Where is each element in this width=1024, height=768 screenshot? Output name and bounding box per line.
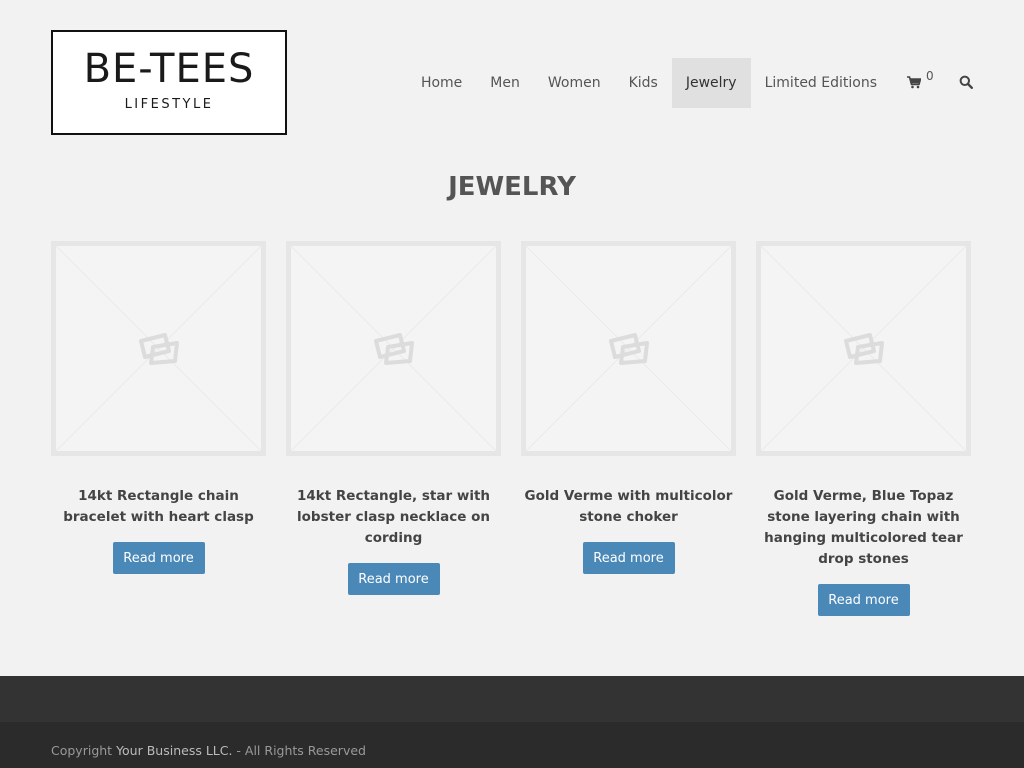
placeholder-image-icon — [138, 332, 179, 365]
page-title: JEWELRY — [448, 172, 576, 202]
product-card: 14kt Rectangle, star with lobster clasp … — [286, 241, 501, 616]
nav-item-kids[interactable]: Kids — [615, 58, 672, 108]
site-logo[interactable]: BE-TEES LIFESTYLE — [51, 30, 287, 135]
product-name[interactable]: 14kt Rectangle, star with lobster clasp … — [286, 486, 501, 549]
nav-item-home[interactable]: Home — [407, 58, 476, 108]
placeholder-image-icon — [843, 332, 884, 365]
product-image[interactable] — [521, 241, 736, 456]
search-button[interactable] — [937, 58, 974, 108]
read-more-button[interactable]: Read more — [817, 584, 910, 616]
product-name[interactable]: 14kt Rectangle chain bracelet with heart… — [51, 486, 266, 528]
footer-widgets — [0, 676, 1024, 722]
product-name[interactable]: Gold Verme with multicolor stone choker — [521, 486, 736, 528]
product-image[interactable] — [51, 241, 266, 456]
shopping-cart-icon — [907, 74, 922, 93]
read-more-button[interactable]: Read more — [112, 542, 205, 574]
main-nav: Home Men Women Kids Jewelry Limited Edit… — [407, 58, 974, 108]
logo-subtitle: LIFESTYLE — [124, 97, 214, 112]
product-card: 14kt Rectangle chain bracelet with heart… — [51, 241, 266, 616]
product-card: Gold Verme with multicolor stone choker … — [521, 241, 736, 616]
search-icon — [959, 74, 974, 93]
product-image[interactable] — [756, 241, 971, 456]
cart-button[interactable]: 0 — [891, 58, 937, 108]
footer: Copyright Your Business LLC. - All Right… — [0, 722, 1024, 768]
product-card: Gold Verme, Blue Topaz stone layering ch… — [756, 241, 971, 616]
business-name: Your Business LLC. — [116, 743, 233, 758]
copyright-text: Copyright Your Business LLC. - All Right… — [51, 743, 366, 758]
nav-item-men[interactable]: Men — [476, 58, 534, 108]
product-image[interactable] — [286, 241, 501, 456]
copyright-prefix: Copyright — [51, 743, 117, 758]
product-name[interactable]: Gold Verme, Blue Topaz stone layering ch… — [756, 486, 971, 570]
placeholder-image-icon — [373, 332, 414, 365]
logo-title: BE-TEES — [83, 46, 255, 92]
cart-count: 0 — [926, 69, 934, 83]
nav-item-jewelry[interactable]: Jewelry — [671, 58, 751, 108]
nav-item-limited-editions[interactable]: Limited Editions — [751, 58, 891, 108]
copyright-suffix: - All Rights Reserved — [232, 743, 366, 758]
read-more-button[interactable]: Read more — [347, 563, 440, 595]
page: BE-TEES LIFESTYLE Home Men Women Kids Je… — [0, 0, 1024, 768]
read-more-button[interactable]: Read more — [582, 542, 675, 574]
product-grid: 14kt Rectangle chain bracelet with heart… — [51, 241, 973, 616]
nav-item-women[interactable]: Women — [534, 58, 615, 108]
placeholder-image-icon — [608, 332, 649, 365]
